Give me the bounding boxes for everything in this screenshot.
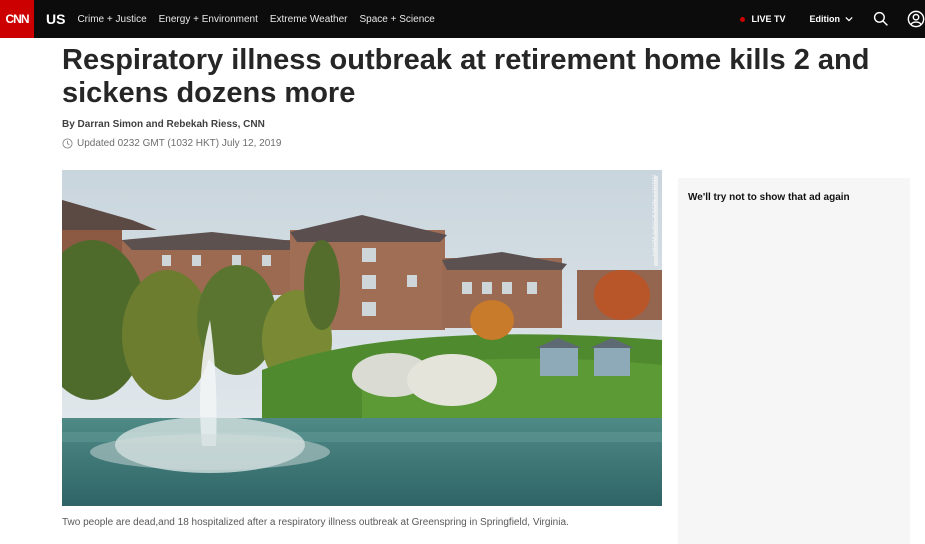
retirement-home-photo-illustration (62, 170, 662, 506)
edition-label: Edition (809, 14, 841, 24)
nav-link-energy-environment[interactable]: Energy + Environment (159, 14, 258, 25)
article-headline: Respiratory illness outbreak at retireme… (62, 44, 870, 109)
top-nav-bar: CNN US Crime + Justice Energy + Environm… (0, 0, 925, 38)
ad-feedback-message: We'll try not to show that ad again (688, 192, 850, 203)
section-title-us[interactable]: US (46, 11, 65, 27)
timestamp-text: Updated 0232 GMT (1032 HKT) July 12, 201… (77, 138, 282, 149)
chevron-down-icon (845, 16, 853, 22)
photo-credit: FROM ERICKSON LIVING (652, 174, 658, 257)
article-photo[interactable]: FROM ERICKSON LIVING (62, 170, 662, 506)
live-tv-button[interactable]: LIVE TV (740, 14, 786, 24)
live-dot-icon (740, 16, 746, 22)
search-icon[interactable] (873, 11, 889, 27)
cnn-logo[interactable]: CNN (0, 0, 34, 38)
nav-link-space-science[interactable]: Space + Science (359, 14, 434, 25)
user-account-icon[interactable] (907, 10, 925, 28)
photo-caption: Two people are dead,and 18 hospitalized … (62, 517, 569, 528)
article-byline[interactable]: By Darran Simon and Rebekah Riess, CNN (62, 119, 265, 130)
clock-icon (62, 138, 73, 149)
nav-link-crime-justice[interactable]: Crime + Justice (77, 14, 146, 25)
ad-placeholder: We'll try not to show that ad again (678, 178, 910, 544)
live-tv-label: LIVE TV (751, 14, 786, 24)
article-timestamp: Updated 0232 GMT (1032 HKT) July 12, 201… (62, 138, 281, 149)
nav-right-group: LIVE TV Edition (740, 0, 925, 38)
nav-link-extreme-weather[interactable]: Extreme Weather (270, 14, 348, 25)
edition-dropdown[interactable]: Edition (810, 14, 854, 24)
